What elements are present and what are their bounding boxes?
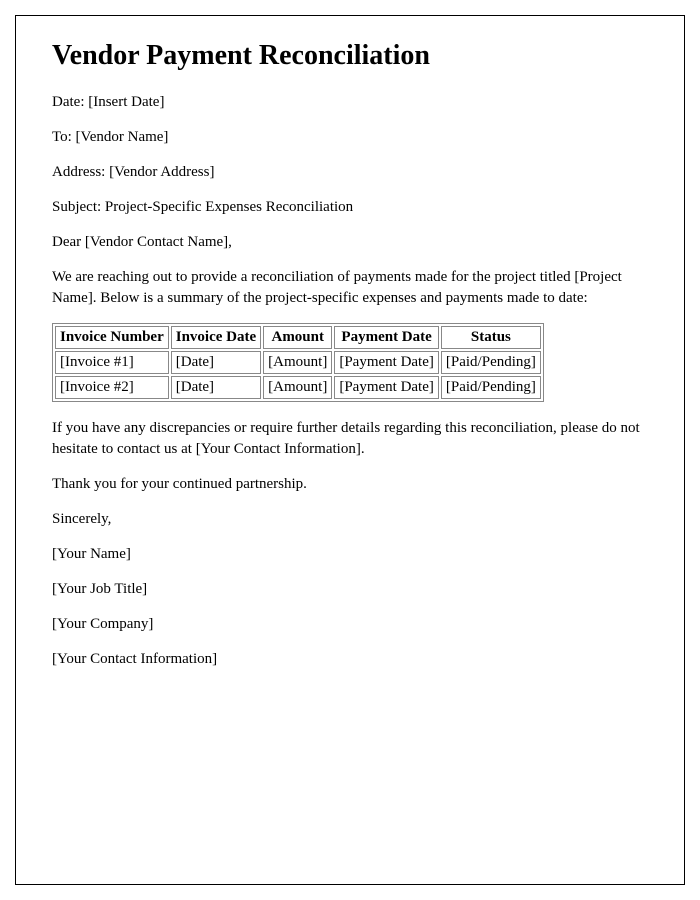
address-value: [Vendor Address] xyxy=(109,164,214,180)
subject-value: Project-Specific Expenses Reconciliation xyxy=(105,199,353,215)
subject-line: Subject: Project-Specific Expenses Recon… xyxy=(52,197,648,218)
col-status: Status xyxy=(441,326,541,349)
subject-label: Subject: xyxy=(52,199,105,215)
cell-invoice-date: [Date] xyxy=(171,351,261,374)
signature-name: [Your Name] xyxy=(52,544,648,565)
to-label: To: xyxy=(52,129,76,145)
col-invoice-date: Invoice Date xyxy=(171,326,261,349)
cell-status: [Paid/Pending] xyxy=(441,351,541,374)
date-line: Date: [Insert Date] xyxy=(52,92,648,113)
cell-invoice-number: [Invoice #2] xyxy=(55,376,169,399)
col-invoice-number: Invoice Number xyxy=(55,326,169,349)
date-value: [Insert Date] xyxy=(88,94,164,110)
reconciliation-table: Invoice Number Invoice Date Amount Payme… xyxy=(52,323,544,402)
col-payment-date: Payment Date xyxy=(334,326,439,349)
cell-invoice-number: [Invoice #1] xyxy=(55,351,169,374)
closing-signoff: Sincerely, xyxy=(52,509,648,530)
salutation: Dear [Vendor Contact Name], xyxy=(52,232,648,253)
table-header-row: Invoice Number Invoice Date Amount Payme… xyxy=(55,326,541,349)
closing-note: If you have any discrepancies or require… xyxy=(52,418,648,460)
signature-contact: [Your Contact Information] xyxy=(52,649,648,670)
intro-paragraph: We are reaching out to provide a reconci… xyxy=(52,267,648,309)
page-title: Vendor Payment Reconciliation xyxy=(52,40,648,72)
signature-job-title: [Your Job Title] xyxy=(52,579,648,600)
signature-company: [Your Company] xyxy=(52,614,648,635)
to-line: To: [Vendor Name] xyxy=(52,127,648,148)
cell-invoice-date: [Date] xyxy=(171,376,261,399)
cell-amount: [Amount] xyxy=(263,351,332,374)
table-row: [Invoice #2] [Date] [Amount] [Payment Da… xyxy=(55,376,541,399)
document-container: Vendor Payment Reconciliation Date: [Ins… xyxy=(15,15,685,885)
address-label: Address: xyxy=(52,164,109,180)
cell-payment-date: [Payment Date] xyxy=(334,351,439,374)
date-label: Date: xyxy=(52,94,88,110)
address-line: Address: [Vendor Address] xyxy=(52,162,648,183)
closing-thanks: Thank you for your continued partnership… xyxy=(52,474,648,495)
cell-status: [Paid/Pending] xyxy=(441,376,541,399)
cell-amount: [Amount] xyxy=(263,376,332,399)
col-amount: Amount xyxy=(263,326,332,349)
to-value: [Vendor Name] xyxy=(76,129,169,145)
cell-payment-date: [Payment Date] xyxy=(334,376,439,399)
table-row: [Invoice #1] [Date] [Amount] [Payment Da… xyxy=(55,351,541,374)
